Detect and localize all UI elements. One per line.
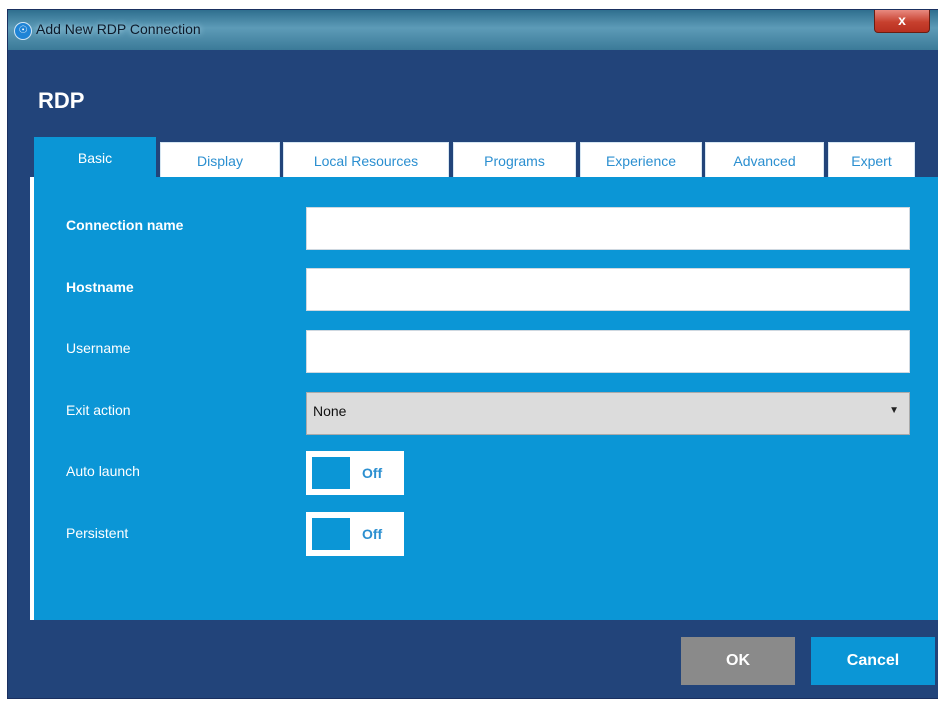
ok-button[interactable]: OK: [681, 637, 795, 685]
auto-launch-toggle[interactable]: Off: [306, 451, 404, 495]
connection-name-label: Connection name: [66, 217, 184, 233]
page-title: RDP: [38, 88, 85, 113]
window-title: Add New RDP Connection: [36, 21, 201, 37]
tab-advanced[interactable]: Advanced: [705, 142, 824, 179]
tab-expert[interactable]: Expert: [828, 142, 915, 179]
close-icon: x: [898, 12, 906, 28]
tab-display[interactable]: Display: [160, 142, 280, 179]
tab-experience[interactable]: Experience: [580, 142, 702, 179]
persistent-state: Off: [362, 526, 383, 542]
username-label: Username: [66, 340, 131, 356]
cancel-button[interactable]: Cancel: [811, 637, 935, 685]
exit-action-value: None: [313, 403, 347, 419]
basic-settings-panel: Connection name Hostname Username Exit a…: [30, 177, 938, 620]
persistent-label: Persistent: [66, 525, 129, 541]
auto-launch-state: Off: [362, 465, 383, 481]
persistent-toggle[interactable]: Off: [306, 512, 404, 556]
connection-name-field[interactable]: [306, 207, 910, 250]
auto-launch-label: Auto launch: [66, 463, 140, 479]
username-field[interactable]: [306, 330, 910, 373]
tab-local-resources[interactable]: Local Resources: [283, 142, 449, 179]
close-button[interactable]: x: [874, 10, 930, 33]
dialog-window: ☉ Add New RDP Connection x RDP Basic Dis…: [8, 10, 938, 698]
chevron-down-icon: ▼: [889, 405, 899, 416]
app-icon: ☉: [14, 22, 32, 40]
hostname-field[interactable]: [306, 268, 910, 311]
tab-basic[interactable]: Basic: [34, 137, 156, 179]
exit-action-select[interactable]: None ▼: [306, 392, 910, 435]
exit-action-label: Exit action: [66, 402, 131, 418]
hostname-label: Hostname: [66, 279, 134, 295]
tab-programs[interactable]: Programs: [453, 142, 576, 179]
title-bar[interactable]: ☉ Add New RDP Connection x: [8, 10, 938, 50]
toggle-knob: [312, 518, 350, 550]
toggle-knob: [312, 457, 350, 489]
